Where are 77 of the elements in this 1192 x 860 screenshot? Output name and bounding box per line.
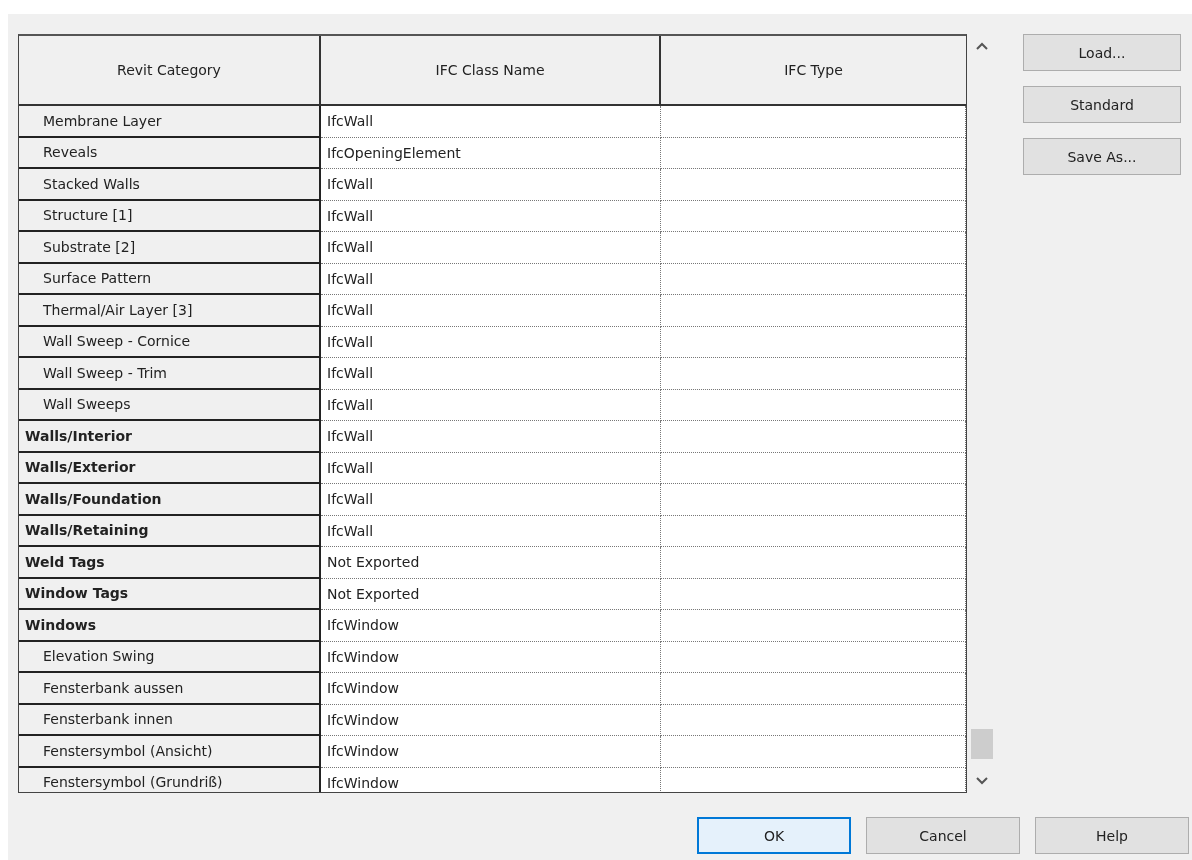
side-button[interactable]: Load... xyxy=(1023,34,1181,71)
category-cell: Weld Tags xyxy=(19,547,321,579)
category-cell: Substrate [2] xyxy=(19,232,321,264)
type-cell[interactable] xyxy=(661,295,966,327)
type-cell[interactable] xyxy=(661,641,966,673)
category-cell: Walls/Exterior xyxy=(19,452,321,484)
category-cell: Fenstersymbol (Ansicht) xyxy=(19,736,321,768)
type-cell[interactable] xyxy=(661,389,966,421)
category-cell: Membrane Layer xyxy=(19,106,321,138)
type-cell[interactable] xyxy=(661,547,966,579)
class-cell[interactable]: Not Exported xyxy=(321,547,661,579)
category-cell: Wall Sweep - Cornice xyxy=(19,326,321,358)
dialog-button[interactable]: OK xyxy=(697,817,851,854)
category-cell: Windows xyxy=(19,610,321,642)
type-cell[interactable] xyxy=(661,421,966,453)
class-cell[interactable]: IfcWindow xyxy=(321,641,661,673)
side-button[interactable]: Save As... xyxy=(1023,138,1181,175)
class-cell[interactable]: IfcWindow xyxy=(321,736,661,768)
class-cell[interactable]: IfcWall xyxy=(321,106,661,138)
class-cell[interactable]: IfcWall xyxy=(321,232,661,264)
category-cell: Fensterbank aussen xyxy=(19,673,321,705)
class-cell[interactable]: IfcWall xyxy=(321,515,661,547)
column-header[interactable]: Revit Category xyxy=(19,36,321,104)
category-cell: Walls/Foundation xyxy=(19,484,321,516)
side-button[interactable]: Standard xyxy=(1023,86,1181,123)
class-cell[interactable]: IfcWindow xyxy=(321,704,661,736)
category-cell: Window Tags xyxy=(19,578,321,610)
type-cell[interactable] xyxy=(661,106,966,138)
category-cell: Reveals xyxy=(19,137,321,169)
type-cell[interactable] xyxy=(661,358,966,390)
type-cell[interactable] xyxy=(661,169,966,201)
class-cell[interactable]: IfcWall xyxy=(321,421,661,453)
class-cell[interactable]: IfcWall xyxy=(321,200,661,232)
type-cell[interactable] xyxy=(661,736,966,768)
class-cell[interactable]: IfcWindow xyxy=(321,610,661,642)
dialog-button[interactable]: Help xyxy=(1035,817,1189,854)
class-cell[interactable]: IfcWall xyxy=(321,263,661,295)
dialog-button[interactable]: Cancel xyxy=(866,817,1020,854)
type-cell[interactable] xyxy=(661,263,966,295)
class-cell[interactable]: IfcWall xyxy=(321,295,661,327)
type-cell[interactable] xyxy=(661,673,966,705)
type-cell[interactable] xyxy=(661,452,966,484)
category-cell: Surface Pattern xyxy=(19,263,321,295)
class-cell[interactable]: IfcWall xyxy=(321,484,661,516)
type-cell[interactable] xyxy=(661,200,966,232)
category-cell: Elevation Swing xyxy=(19,641,321,673)
category-cell: Fensterbank innen xyxy=(19,704,321,736)
class-cell[interactable]: IfcWall xyxy=(321,452,661,484)
type-cell[interactable] xyxy=(661,326,966,358)
type-cell[interactable] xyxy=(661,137,966,169)
class-cell[interactable]: Not Exported xyxy=(321,578,661,610)
category-cell: Thermal/Air Layer [3] xyxy=(19,295,321,327)
class-cell[interactable]: IfcWall xyxy=(321,358,661,390)
class-cell[interactable]: IfcWall xyxy=(321,326,661,358)
class-cell[interactable]: IfcWindow xyxy=(321,673,661,705)
class-cell[interactable]: IfcWall xyxy=(321,389,661,421)
category-cell: Stacked Walls xyxy=(19,169,321,201)
category-cell: Fenstersymbol (Grundriß) xyxy=(19,767,321,792)
class-cell[interactable]: IfcWindow xyxy=(321,767,661,792)
type-cell[interactable] xyxy=(661,232,966,264)
category-cell: Structure [1] xyxy=(19,200,321,232)
type-cell[interactable] xyxy=(661,484,966,516)
column-header[interactable]: IFC Type xyxy=(661,36,966,104)
category-cell: Walls/Retaining xyxy=(19,515,321,547)
category-cell: Wall Sweep - Trim xyxy=(19,358,321,390)
class-cell[interactable]: IfcOpeningElement xyxy=(321,137,661,169)
type-cell[interactable] xyxy=(661,578,966,610)
category-cell: Walls/Interior xyxy=(19,421,321,453)
column-header[interactable]: IFC Class Name xyxy=(321,36,661,104)
type-cell[interactable] xyxy=(661,704,966,736)
type-cell[interactable] xyxy=(661,515,966,547)
category-cell: Wall Sweeps xyxy=(19,389,321,421)
scroll-up-icon[interactable] xyxy=(976,42,988,50)
class-cell[interactable]: IfcWall xyxy=(321,169,661,201)
scroll-thumb[interactable] xyxy=(971,729,993,759)
type-cell[interactable] xyxy=(661,610,966,642)
scroll-down-icon[interactable] xyxy=(976,777,988,785)
